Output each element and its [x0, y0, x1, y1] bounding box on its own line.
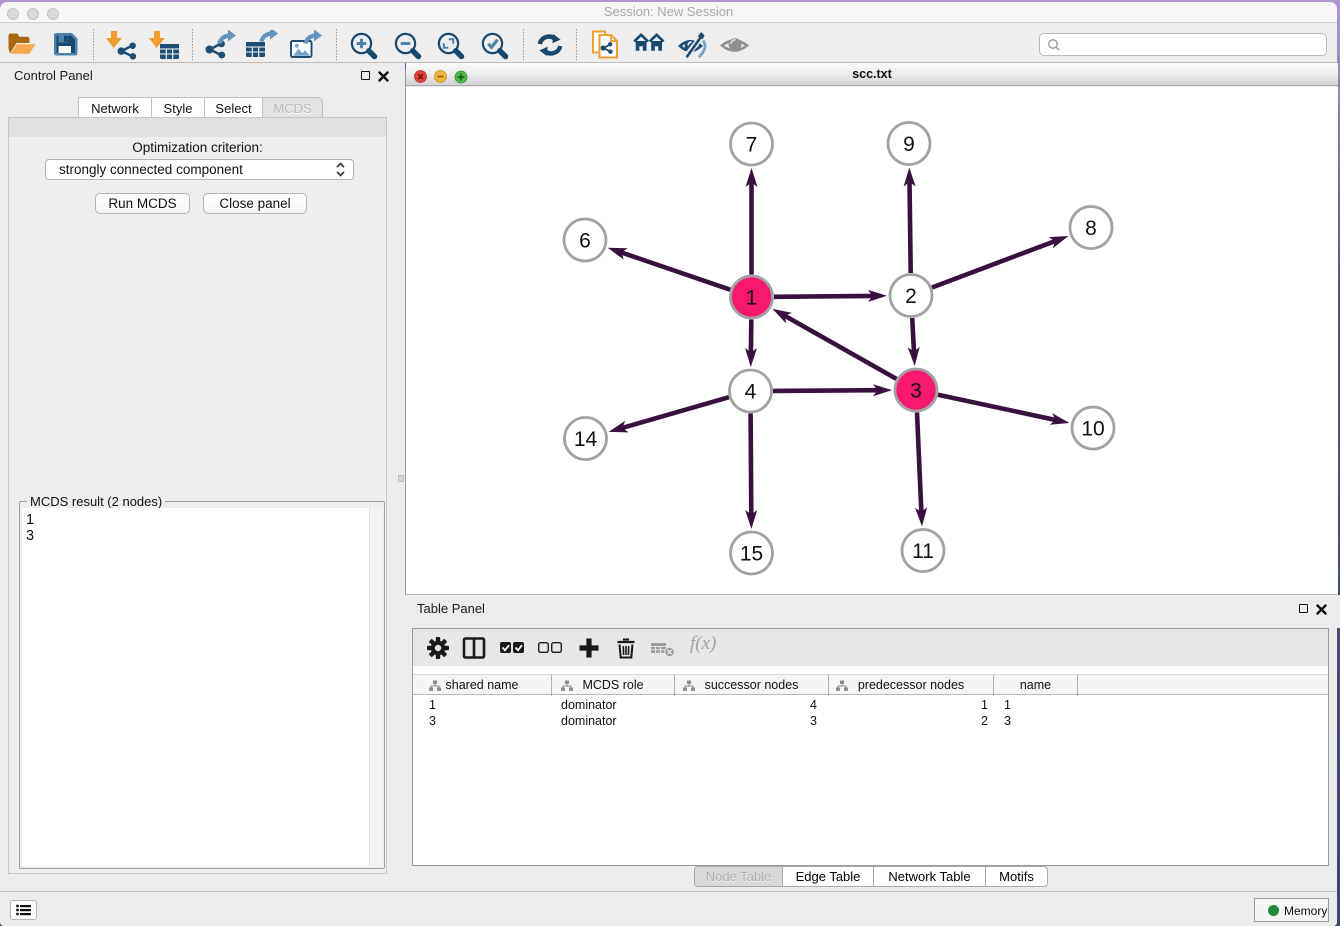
svg-text:15: 15 — [740, 543, 763, 566]
svg-text:1: 1 — [746, 287, 758, 310]
svg-text:14: 14 — [574, 428, 598, 451]
svg-text:10: 10 — [1081, 418, 1104, 441]
svg-text:8: 8 — [1085, 217, 1097, 240]
svg-text:9: 9 — [903, 133, 915, 156]
svg-text:4: 4 — [745, 381, 757, 404]
svg-text:6: 6 — [579, 230, 591, 253]
svg-text:2: 2 — [905, 285, 917, 308]
svg-text:3: 3 — [910, 380, 922, 403]
svg-text:11: 11 — [912, 540, 934, 563]
svg-text:7: 7 — [746, 134, 758, 157]
